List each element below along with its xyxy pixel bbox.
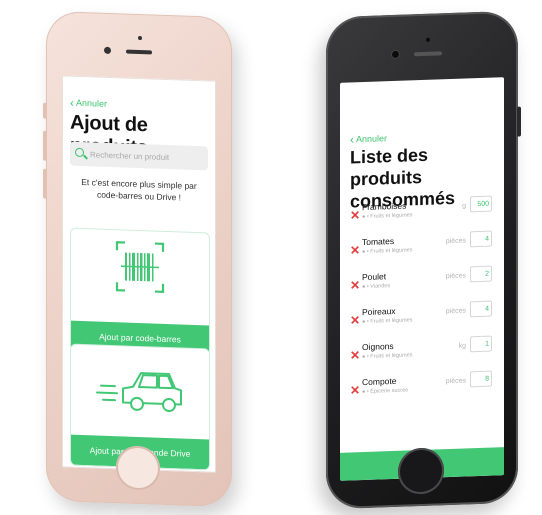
list-item: ✕ Poireaux ● • Fruits et légumes pièces …: [340, 298, 504, 339]
unit-label: g: [462, 202, 466, 210]
unit-label: pièces: [445, 272, 466, 281]
close-icon[interactable]: ✕: [350, 208, 360, 222]
quantity-field[interactable]: 4: [470, 230, 492, 248]
product-name: Compote: [362, 375, 397, 388]
search-input[interactable]: [88, 148, 202, 164]
consumed-products-screen: ‹ Annuler Liste des produits consommés ✕…: [340, 77, 504, 481]
chevron-left-icon: ‹: [350, 131, 354, 147]
list-item: ✕ Oignons ● • Fruits et légumes kg 1: [340, 333, 504, 374]
product-name: Poulet: [362, 271, 387, 283]
quantity-field[interactable]: 4: [470, 300, 492, 318]
search-bar[interactable]: [70, 141, 208, 171]
cancel-link[interactable]: ‹ Annuler: [350, 131, 388, 147]
close-icon[interactable]: ✕: [350, 313, 360, 327]
car-icon: [96, 372, 182, 413]
scene: ‹ Annuler Ajout de produits Et c'est enc…: [0, 0, 542, 515]
list-item: ✕ Tomates ● • Fruits et légumes pièces 4: [340, 228, 504, 269]
cancel-link[interactable]: ‹ Annuler: [70, 95, 108, 110]
quantity-field[interactable]: 8: [470, 370, 492, 388]
front-camera: [104, 46, 111, 55]
mute-switch: [43, 102, 47, 119]
product-category: ● • Fruits et légumes: [362, 212, 413, 221]
product-name: Poireaux: [362, 305, 396, 318]
barcode-scan-icon: [115, 241, 165, 293]
product-category: ● • Viandes: [362, 283, 391, 291]
product-list: ✕ Framboises ● • Fruits et légumes g 500…: [340, 193, 504, 409]
product-name: Framboises: [362, 200, 407, 213]
home-button[interactable]: [398, 447, 444, 495]
unit-label: pièces: [445, 307, 466, 316]
volume-up-button: [43, 130, 47, 161]
proximity-sensor: [138, 35, 142, 41]
search-icon: [74, 147, 88, 161]
product-category: ● • Épicerie sucrée: [362, 387, 409, 396]
barcode-card[interactable]: Ajout par code-barres: [70, 227, 210, 357]
product-name: Oignons: [362, 340, 394, 353]
intro-text: Et c'est encore plus simple par code-bar…: [81, 176, 197, 203]
close-icon[interactable]: ✕: [350, 348, 360, 362]
power-button: [517, 106, 521, 137]
chevron-left-icon: ‹: [70, 95, 74, 110]
close-icon[interactable]: ✕: [350, 278, 360, 292]
quantity-field[interactable]: 1: [470, 335, 492, 353]
right-phone: ‹ Annuler Liste des produits consommés ✕…: [326, 10, 521, 510]
close-icon[interactable]: ✕: [350, 243, 360, 257]
product-name: Tomates: [362, 235, 395, 248]
cancel-label: Annuler: [356, 133, 388, 145]
add-products-screen: ‹ Annuler Ajout de produits Et c'est enc…: [62, 75, 216, 473]
product-category: ● • Fruits et légumes: [362, 352, 413, 361]
earpiece-speaker: [414, 51, 442, 57]
proximity-sensor: [426, 37, 430, 42]
unit-label: kg: [458, 342, 466, 350]
product-category: ● • Fruits et légumes: [362, 247, 413, 256]
list-item: ✕ Framboises ● • Fruits et légumes g 500: [340, 193, 504, 234]
cancel-label: Annuler: [76, 97, 108, 109]
unit-label: pièces: [445, 237, 466, 246]
unit-label: pièces: [445, 377, 466, 386]
home-button[interactable]: [116, 445, 160, 491]
product-category: ● • Fruits et légumes: [362, 317, 413, 326]
quantity-field[interactable]: 2: [470, 265, 492, 283]
earpiece-speaker: [126, 49, 152, 55]
close-icon[interactable]: ✕: [350, 383, 360, 397]
left-phone: ‹ Annuler Ajout de produits Et c'est enc…: [43, 10, 232, 508]
volume-down-button: [43, 168, 47, 199]
list-item: ✕ Poulet ● • Viandes pièces 2: [340, 263, 504, 304]
list-item: ✕ Compote ● • Épicerie sucrée pièces 8: [340, 368, 504, 409]
front-camera: [392, 50, 399, 59]
quantity-field[interactable]: 500: [470, 195, 492, 213]
